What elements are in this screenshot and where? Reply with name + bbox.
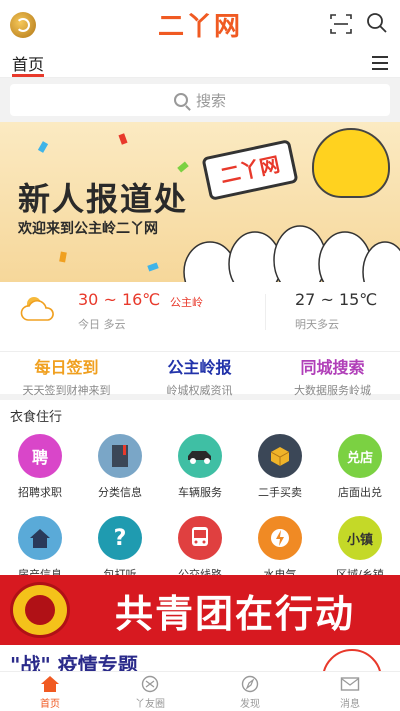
nav-label: 发现 [240,699,260,710]
weather-panel[interactable]: 30 ~ 16℃ 公主岭 今日 多云 27 ~ 15℃ 明天多云 [0,282,400,352]
crowd-illustration [183,225,400,282]
search-icon[interactable] [366,12,388,34]
youth-league-text: 共青团在行动 [114,590,355,636]
quick-title: 每日签到 [34,358,99,377]
youth-league-banner[interactable]: 共青团在行动 [0,575,400,645]
tomorrow-description: 明天多云 [295,318,339,331]
nav-friends[interactable]: 丫友圈 [100,672,200,711]
weather-divider [265,294,266,330]
epidemic-banner[interactable]: "战" 疫情专题 [0,645,400,671]
city-search-link[interactable]: 同城搜索 大数据服务岭城 [266,352,399,398]
service-car[interactable]: 车辆服务 [160,428,240,506]
quick-subtitle: 天天签到财神来到 [22,384,111,397]
banner-title: 新人报道处 [18,180,189,218]
utility-icon [258,516,302,560]
cloudy-weather-icon [20,297,54,321]
circle-icon [141,675,159,693]
today-description: 今日 多云 [78,318,126,331]
search-placeholder: 搜索 [195,91,226,110]
service-classified[interactable]: 分类信息 [80,428,160,506]
banner-subtitle: 欢迎来到公主岭二丫网 [18,221,158,237]
welcome-banner[interactable]: 新人报道处 欢迎来到公主岭二丫网 二丫网 [0,122,400,282]
epidemic-stamp-icon [322,649,382,671]
town-icon: 小镇 [338,516,382,560]
service-label: 车辆服务 [178,486,222,499]
nav-label: 消息 [340,699,360,710]
quick-subtitle: 大数据服务岭城 [294,384,371,397]
tab-home[interactable]: 首页 [12,51,44,75]
service-label: 店面出兑 [338,486,382,499]
service-secondhand[interactable]: 二手买卖 [240,428,320,506]
quick-links: 每日签到 天天签到财神来到 公主岭报 岭城权威资讯 同城搜索 大数据服务岭城 [0,352,400,400]
mail-icon [340,677,360,691]
service-label: 二手买卖 [258,486,302,499]
quick-title: 同城搜索 [300,358,365,377]
car-icon [178,434,222,478]
house-icon [18,516,62,560]
daily-checkin-link[interactable]: 每日签到 天天签到财神来到 [0,352,133,398]
today-temperature: 30 ~ 16℃ [78,290,161,309]
menu-icon[interactable] [372,56,388,70]
service-recruit[interactable]: 聘 招聘求职 [0,428,80,506]
youth-league-emblem-icon [10,582,70,638]
home-icon [41,676,59,692]
service-grid: 聘 招聘求职 分类信息 车辆服务 二手买卖 兑店 店面出兑 房产信息 ? 包打听 [0,428,400,588]
bus-icon [178,516,222,560]
local-news-link[interactable]: 公主岭报 岭城权威资讯 [133,352,266,398]
banner-sign: 二丫网 [201,139,299,201]
scan-icon[interactable] [330,13,352,35]
nav-label: 丫友圈 [135,699,165,710]
service-label: 招聘求职 [18,486,62,499]
mascot-cat-icon [312,128,390,198]
question-icon: ? [98,516,142,560]
book-icon [98,434,142,478]
search-input[interactable]: 搜索 [10,84,390,116]
quick-title: 公主岭报 [167,358,232,377]
search-input-icon [173,93,188,107]
section-title: 衣食住行 [10,410,63,425]
service-shop-transfer[interactable]: 兑店 店面出兑 [320,428,400,506]
compass-icon [241,675,259,693]
shop-icon: 兑店 [338,434,382,478]
search-bar: 搜索 [0,78,400,122]
nav-messages[interactable]: 消息 [300,672,400,711]
service-label: 分类信息 [98,486,142,499]
nav-label: 首页 [40,699,60,710]
bottom-navigation: 首页 丫友圈 发现 消息 [0,671,400,711]
quick-subtitle: 岭城权威资讯 [166,384,233,397]
box-icon [258,434,302,478]
nav-home[interactable]: 首页 [0,672,100,711]
app-header: 二丫网 [0,0,400,48]
nav-discover[interactable]: 发现 [200,672,300,711]
recruit-icon: 聘 [18,434,62,478]
location-label: 公主岭 [170,296,203,309]
tab-active-indicator [12,74,44,77]
tomorrow-temperature: 27 ~ 15℃ [295,290,378,309]
epidemic-title: "战" 疫情专题 [10,653,138,671]
tab-bar: 首页 [0,48,400,78]
